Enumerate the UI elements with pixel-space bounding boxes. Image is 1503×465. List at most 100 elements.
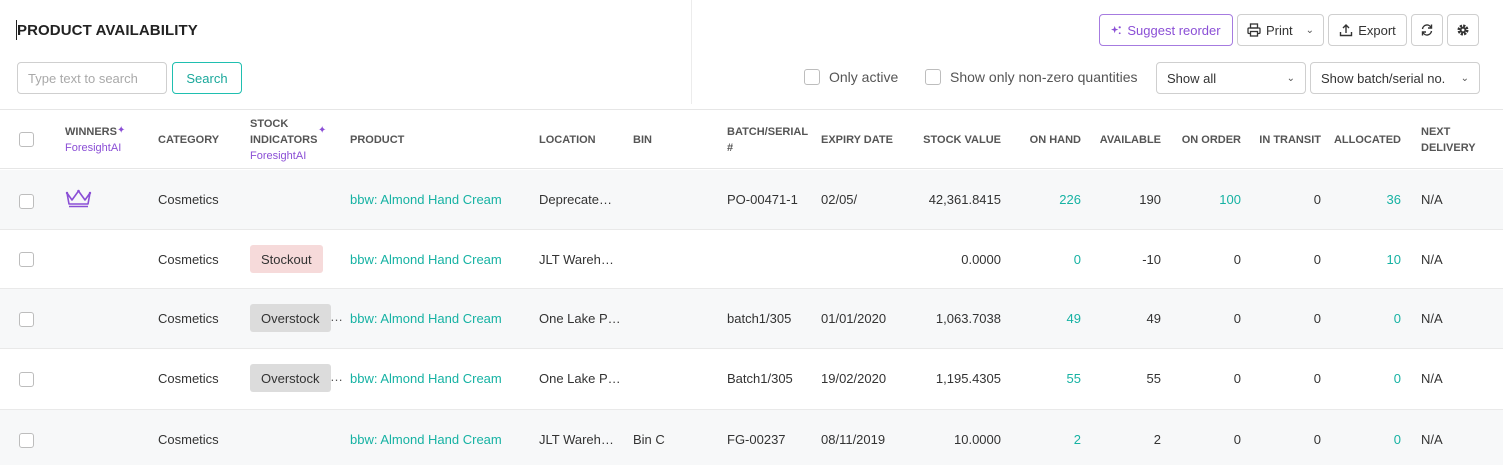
overstock-badge: Overstock xyxy=(250,364,331,392)
batch-serial-select[interactable]: Show batch/serial no. ⌄ xyxy=(1310,62,1480,94)
refresh-button[interactable] xyxy=(1411,14,1443,46)
batch-serial-value: Show batch/serial no. xyxy=(1321,70,1446,86)
allocated-link[interactable]: 0 xyxy=(1330,432,1401,447)
product-link[interactable]: bbw: Almond Hand Cream xyxy=(350,311,502,326)
column-header-on-hand[interactable]: ON HAND xyxy=(1010,132,1081,148)
overstock-badge: Overstock xyxy=(250,304,331,332)
on-order-cell: 0 xyxy=(1233,311,1241,326)
allocated-link[interactable]: 0 xyxy=(1330,311,1401,326)
only-active-checkbox[interactable] xyxy=(804,69,820,85)
stock-value-cell: 1,063.7038 xyxy=(935,311,1001,326)
bin-cell: Bin C xyxy=(633,432,665,447)
non-zero-toggle[interactable]: Show only non-zero quantities xyxy=(925,69,1138,85)
row-checkbox[interactable] xyxy=(19,194,34,209)
stockout-badge: Stockout xyxy=(250,245,323,273)
batch-cell: PO-00471-1 xyxy=(727,192,798,207)
column-header-available[interactable]: AVAILABLE xyxy=(1090,132,1161,148)
location-cell: JLT Wareh… xyxy=(539,432,614,447)
search-button[interactable]: Search xyxy=(172,62,242,94)
next-delivery-cell: N/A xyxy=(1421,192,1443,207)
column-header-allocated[interactable]: ALLOCATED xyxy=(1330,132,1401,148)
row-checkbox[interactable] xyxy=(19,372,34,387)
more-indicators-icon[interactable]: … xyxy=(330,369,343,384)
table-row[interactable]: Cosmetics Overstock … bbw: Almond Hand C… xyxy=(0,289,1503,349)
on-hand-link[interactable]: 226 xyxy=(1010,192,1081,207)
column-header-next-delivery[interactable]: NEXT DELIVERY xyxy=(1421,124,1476,156)
row-checkbox[interactable] xyxy=(19,312,34,327)
show-all-select[interactable]: Show all ⌄ xyxy=(1156,62,1306,94)
on-hand-link[interactable]: 0 xyxy=(1010,252,1081,267)
row-checkbox[interactable] xyxy=(19,252,34,267)
allocated-link[interactable]: 36 xyxy=(1330,192,1401,207)
allocated-link[interactable]: 0 xyxy=(1330,371,1401,386)
non-zero-checkbox[interactable] xyxy=(925,69,941,85)
settings-button[interactable] xyxy=(1447,14,1479,46)
search-input[interactable] xyxy=(17,62,167,94)
stock-value-cell: 42,361.8415 xyxy=(928,192,1001,207)
category-cell: Cosmetics xyxy=(158,252,219,267)
column-header-category[interactable]: CATEGORY xyxy=(158,132,219,148)
category-cell: Cosmetics xyxy=(158,432,219,447)
on-order-link[interactable]: 100 xyxy=(1170,192,1241,207)
stock-value-cell: 0.0000 xyxy=(961,252,1001,267)
batch-serial-label-1: BATCH/SERIAL xyxy=(727,126,809,138)
next-delivery-label-2: DELIVERY xyxy=(1421,142,1476,154)
column-header-stock-indicators[interactable]: STOCK INDICATORS ForesightAI xyxy=(250,116,317,164)
expiry-cell: 01/01/2020 xyxy=(821,311,887,326)
print-button[interactable]: Print ⌄ xyxy=(1237,14,1324,46)
column-header-stock-value[interactable]: STOCK VALUE xyxy=(900,132,1001,148)
available-cell: 190 xyxy=(1139,192,1161,207)
product-link[interactable]: bbw: Almond Hand Cream xyxy=(350,371,502,386)
suggest-reorder-button[interactable]: Suggest reorder xyxy=(1099,14,1233,46)
in-transit-cell: 0 xyxy=(1313,252,1321,267)
category-cell: Cosmetics xyxy=(158,311,219,326)
next-delivery-label-1: NEXT xyxy=(1421,126,1451,138)
sparkle-icon xyxy=(1111,25,1122,34)
location-cell: Deprecate… xyxy=(539,192,612,207)
column-header-product[interactable]: PRODUCT xyxy=(350,132,404,148)
batch-cell: batch1/305 xyxy=(727,311,792,326)
on-hand-link[interactable]: 55 xyxy=(1010,371,1081,386)
next-delivery-cell: N/A xyxy=(1421,311,1443,326)
column-header-in-transit[interactable]: IN TRANSIT xyxy=(1250,132,1321,148)
row-checkbox[interactable] xyxy=(19,433,34,448)
column-header-batch-serial[interactable]: BATCH/SERIAL # xyxy=(727,124,808,156)
expiry-cell: 08/11/2019 xyxy=(821,432,886,447)
table-row[interactable]: Cosmetics bbw: Almond Hand Cream Depreca… xyxy=(0,170,1503,230)
crown-icon xyxy=(65,189,92,211)
column-header-winners[interactable]: WINNERS ForesightAI xyxy=(65,124,121,156)
table-row[interactable]: Cosmetics bbw: Almond Hand Cream JLT War… xyxy=(0,410,1503,465)
only-active-toggle[interactable]: Only active xyxy=(804,69,898,85)
export-label: Export xyxy=(1358,22,1396,38)
on-hand-link[interactable]: 49 xyxy=(1010,311,1081,326)
product-link[interactable]: bbw: Almond Hand Cream xyxy=(350,192,502,207)
in-transit-cell: 0 xyxy=(1313,432,1321,447)
export-button[interactable]: Export xyxy=(1328,14,1407,46)
column-header-location[interactable]: LOCATION xyxy=(539,132,596,148)
table-row[interactable]: Cosmetics Overstock … bbw: Almond Hand C… xyxy=(0,349,1503,410)
category-cell: Cosmetics xyxy=(158,371,219,386)
allocated-link[interactable]: 10 xyxy=(1330,252,1401,267)
more-indicators-icon[interactable]: … xyxy=(330,309,343,324)
winners-header-sub: ForesightAI xyxy=(65,142,122,154)
stock-indicators-label-1: STOCK xyxy=(250,118,289,130)
column-header-on-order[interactable]: ON ORDER xyxy=(1170,132,1241,148)
stock-indicators-sub: ForesightAI xyxy=(250,150,307,162)
location-cell: One Lake P… xyxy=(539,371,621,386)
next-delivery-cell: N/A xyxy=(1421,432,1443,447)
on-hand-link[interactable]: 2 xyxy=(1010,432,1081,447)
table-row[interactable]: Cosmetics Stockout bbw: Almond Hand Crea… xyxy=(0,230,1503,289)
batch-serial-label-2: # xyxy=(727,142,734,154)
chevron-down-icon: ⌄ xyxy=(1460,72,1469,84)
column-header-bin[interactable]: BIN xyxy=(633,132,652,148)
only-active-label: Only active xyxy=(829,69,899,85)
sparkle-icon: ✦ xyxy=(117,125,126,136)
product-link[interactable]: bbw: Almond Hand Cream xyxy=(350,432,502,447)
location-cell: JLT Wareh… xyxy=(539,252,614,267)
column-header-expiry-date[interactable]: EXPIRY DATE xyxy=(821,132,893,148)
on-order-cell: 0 xyxy=(1233,252,1241,267)
page-title: PRODUCT AVAILABILITY xyxy=(17,22,198,39)
select-all-checkbox[interactable] xyxy=(19,132,34,147)
expiry-cell: 02/05/ xyxy=(821,192,858,207)
product-link[interactable]: bbw: Almond Hand Cream xyxy=(350,252,502,267)
